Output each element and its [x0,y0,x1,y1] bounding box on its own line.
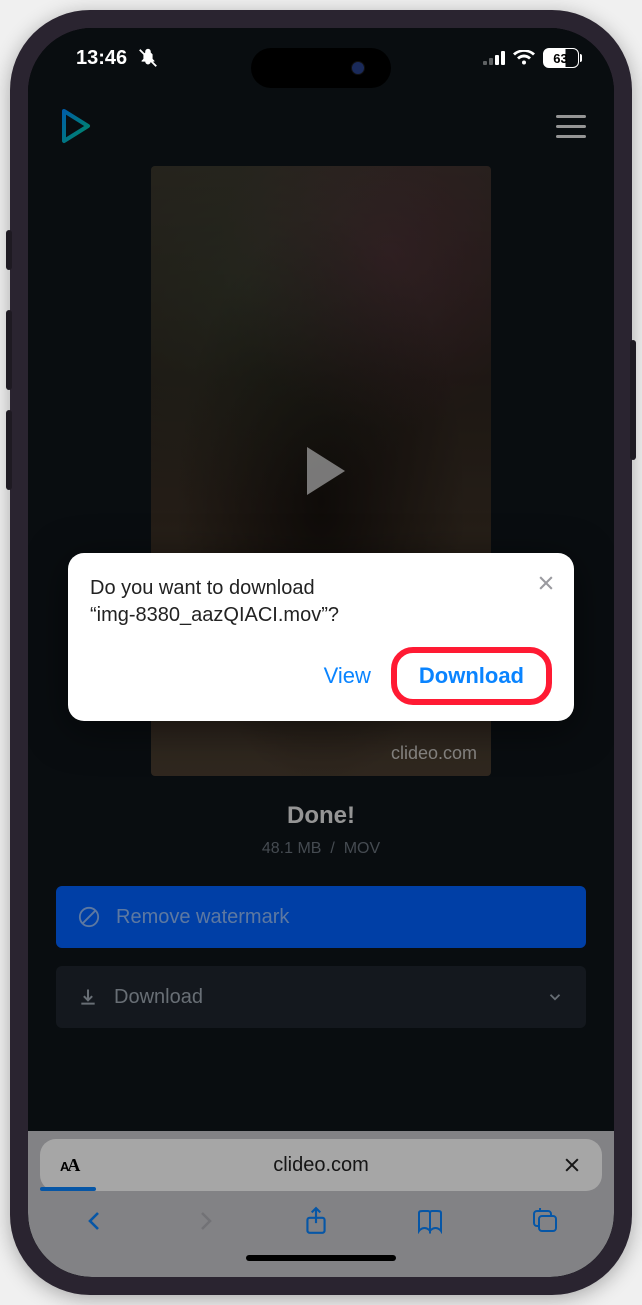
side-button-power [630,340,636,460]
wifi-icon [513,50,535,66]
download-confirm-button[interactable]: Download [391,647,552,705]
download-prompt: Do you want to download “img-8380_aazQIA… [68,553,574,721]
side-button-vol-up [6,310,12,390]
status-time: 13:46 [76,47,127,70]
close-icon[interactable] [536,573,556,593]
silent-icon [137,47,159,69]
iphone-frame: 13:46 63 [10,10,632,1295]
prompt-message: Do you want to download “img-8380_aazQIA… [90,575,552,629]
prompt-line1: Do you want to download [90,577,315,599]
screen: 13:46 63 [28,28,614,1277]
dynamic-island [251,48,391,88]
battery-icon: 63 [543,48,583,68]
side-button-vol-down [6,410,12,490]
view-button[interactable]: View [318,655,377,697]
cellular-icon [483,51,505,65]
side-button-mute [6,230,12,270]
prompt-line2: “img-8380_aazQIACI.mov”? [90,604,339,626]
battery-pct: 63 [553,51,567,66]
